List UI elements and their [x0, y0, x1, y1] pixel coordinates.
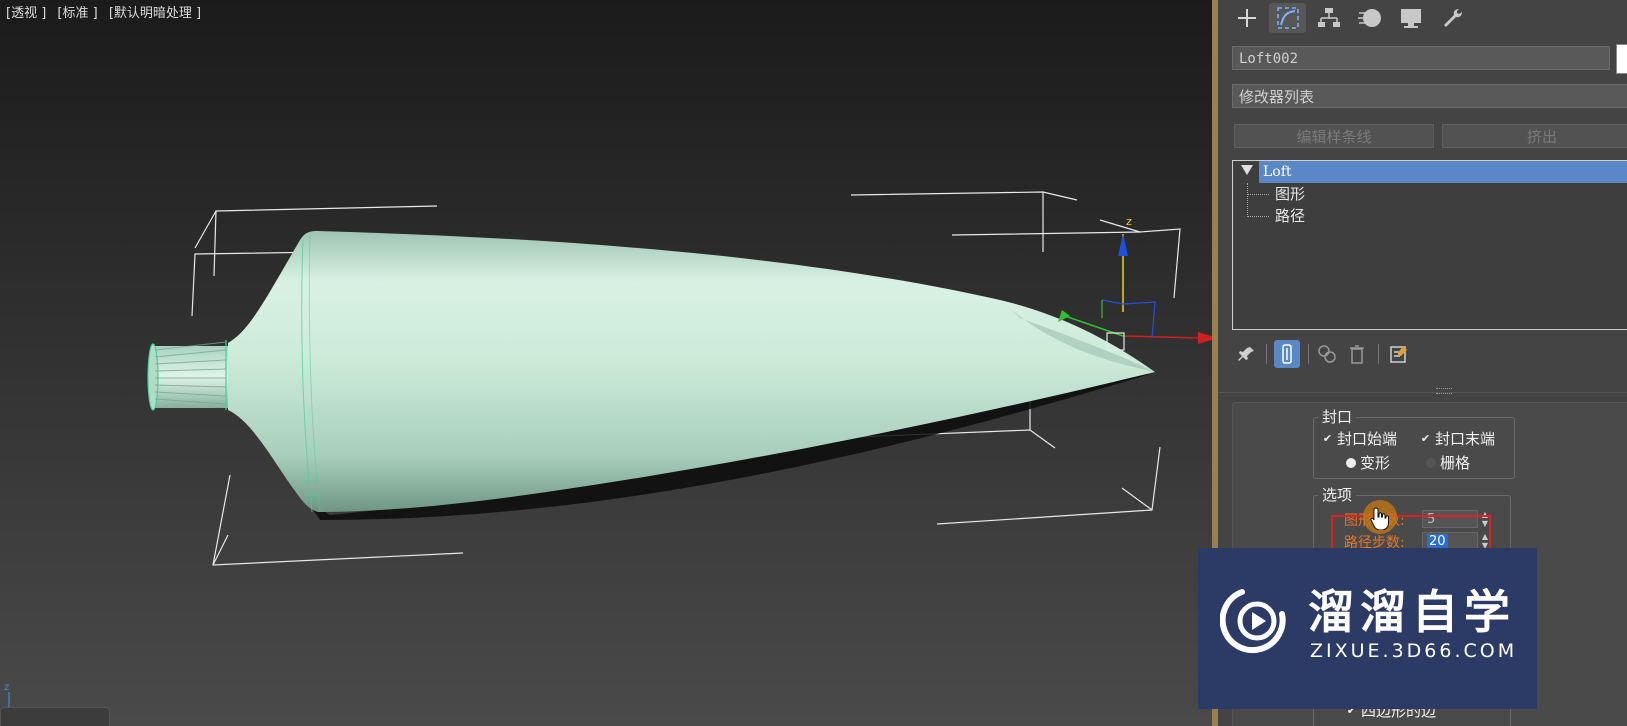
edit-spline-button[interactable]: 编辑样条线: [1234, 124, 1434, 148]
make-unique-button[interactable]: [1314, 340, 1340, 368]
wrench-icon: [1443, 9, 1462, 27]
tab-motion[interactable]: [1351, 3, 1388, 33]
stack-toolbar: [1234, 340, 1627, 370]
configure-modifier-sets-button[interactable]: [1386, 340, 1412, 368]
stack-item-shape[interactable]: 图形: [1275, 183, 1305, 205]
cap-end-label: 封口末端: [1435, 430, 1496, 448]
options-group-title: 选项: [1318, 484, 1357, 505]
cap-end-checkbox[interactable]: ✔ 封口末端: [1420, 428, 1495, 449]
tab-utilities[interactable]: [1433, 3, 1470, 33]
grid-label: 栅格: [1440, 454, 1471, 472]
cap-group: 封口 ✔ 封口始端 ✔ 封口末端 变形 栅格: [1313, 406, 1515, 479]
play-logo-icon: [1220, 589, 1286, 654]
show-end-result-button[interactable]: [1274, 340, 1300, 368]
grid-radio[interactable]: 栅格: [1426, 452, 1470, 473]
panel-separator: [1218, 392, 1627, 393]
rollout-grip-icon[interactable]: [1436, 388, 1452, 394]
modifier-stack: Loft 图形 路径: [1232, 160, 1627, 330]
viewport-bottom-tab[interactable]: [0, 707, 110, 726]
cap-start-checkbox[interactable]: ✔ 封口始端: [1322, 428, 1397, 449]
morph-label: 变形: [1360, 454, 1391, 472]
mini-axis-z-label: z: [4, 682, 9, 693]
extrude-button[interactable]: 挤出: [1442, 124, 1627, 148]
expand-triangle-icon[interactable]: [1241, 165, 1253, 175]
viewport-perspective[interactable]: [透视 ] [标准 ] [默认明暗处理 ] z z: [0, 0, 1212, 726]
watermark-url: ZIXUE.3D66.COM: [1310, 640, 1518, 662]
hierarchy-icon: [1317, 8, 1340, 27]
monitor-icon: [1400, 9, 1421, 28]
pin-icon: [1238, 347, 1254, 361]
command-panel-tabs: [1218, 0, 1627, 36]
cap-group-title: 封口: [1318, 406, 1357, 427]
viewcube-axis-mini: z: [4, 682, 10, 708]
pin-stack-button[interactable]: [1234, 340, 1260, 368]
make-unique-icon: [1318, 345, 1336, 363]
tube-cap: [147, 340, 228, 411]
cap-start-label: 封口始端: [1337, 430, 1398, 448]
watermark-title: 溜溜自学: [1308, 585, 1516, 639]
radio-selected-icon: [1346, 457, 1356, 468]
object-color-swatch[interactable]: [1616, 44, 1627, 74]
tab-hierarchy[interactable]: [1310, 3, 1347, 33]
radio-unselected-icon: [1426, 457, 1436, 468]
modify-curve-icon: [1276, 7, 1299, 29]
show-end-result-icon: [1282, 344, 1292, 364]
plus-icon: [1237, 9, 1256, 27]
stack-item-loft[interactable]: Loft: [1259, 161, 1627, 183]
scene-3d: z z: [4, 191, 1212, 708]
motion-icon: [1357, 9, 1381, 27]
stack-item-path[interactable]: 路径: [1275, 205, 1305, 227]
modifier-list-dropdown[interactable]: 修改器列表: [1232, 84, 1627, 108]
checkmark-icon: ✔: [1322, 432, 1333, 445]
tab-display[interactable]: [1392, 3, 1429, 33]
morph-radio[interactable]: 变形: [1346, 452, 1390, 473]
modifier-buttons-row: 编辑样条线 挤出: [1234, 124, 1627, 148]
object-name-field[interactable]: Loft002: [1232, 46, 1610, 70]
checkmark-icon: ✔: [1420, 432, 1431, 445]
watermark-overlay: 溜溜自学 ZIXUE.3D66.COM: [1198, 548, 1537, 709]
gizmo-z-label: z: [1126, 215, 1132, 228]
tab-modify[interactable]: [1269, 3, 1306, 33]
tab-create[interactable]: [1228, 3, 1265, 33]
configure-sets-icon: [1390, 346, 1407, 363]
hand-cursor-icon: [1370, 507, 1389, 530]
trash-icon: [1350, 345, 1364, 364]
remove-modifier-button[interactable]: [1344, 340, 1370, 368]
